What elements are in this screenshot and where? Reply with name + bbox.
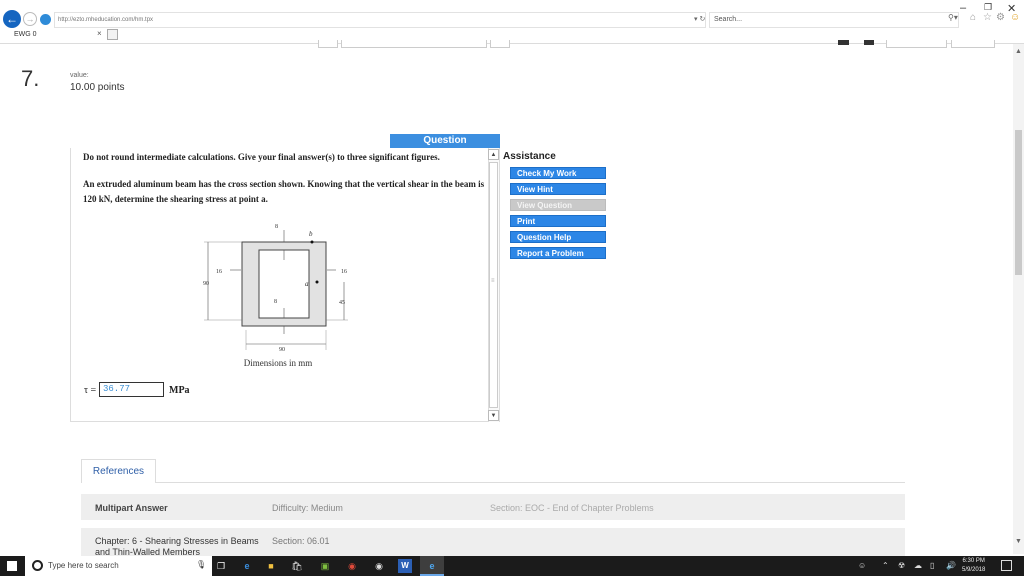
answer-input[interactable]: 36.77 <box>99 382 164 397</box>
microphone-icon[interactable]: 🎙 <box>196 560 206 569</box>
left-wall-label: 16 <box>216 269 222 275</box>
lower-height-label: 45 <box>339 300 345 306</box>
figure-caption: Dimensions in mm <box>243 358 313 368</box>
store-icon[interactable]: 🛍 <box>290 559 304 573</box>
app-window: ← → http://ezto.mheducation.com/hm.tpx ▾… <box>0 0 1024 576</box>
volume-icon[interactable]: 🔊 <box>946 561 956 570</box>
site-favicon-icon <box>40 14 51 25</box>
page-scroll-up-icon[interactable]: ▲ <box>1015 48 1022 55</box>
question-tab[interactable]: Question <box>390 134 500 148</box>
task-view-icon[interactable]: ❐ <box>214 559 228 573</box>
edge-browser-icon[interactable]: e <box>240 559 254 573</box>
clock-date: 5/9/2018 <box>962 567 986 573</box>
scroll-up-icon[interactable]: ▲ <box>488 149 499 160</box>
answer-unit: MPa <box>169 385 190 396</box>
scroll-down-icon[interactable]: ▼ <box>488 410 499 421</box>
internet-explorer-icon[interactable]: e <box>425 559 439 573</box>
point-b-label: b <box>309 230 313 238</box>
points-value: 10.00 points <box>70 82 125 93</box>
section-label: Section: EOC - End of Chapter Problems <box>490 503 654 513</box>
onedrive-icon[interactable]: ☁ <box>914 561 922 570</box>
refresh-icon[interactable]: ▾ ↻ <box>694 15 705 23</box>
check-my-work-button[interactable]: Check My Work <box>510 167 606 179</box>
question-type: Multipart Answer <box>95 503 168 513</box>
bottom-wall-label: 8 <box>274 299 277 305</box>
camera-app-icon[interactable]: ◉ <box>372 559 386 573</box>
forward-arrow-icon[interactable]: → <box>23 12 37 26</box>
question-number: 7. <box>21 66 40 91</box>
top-wall-label: 8 <box>275 224 278 230</box>
file-explorer-icon[interactable]: ■ <box>264 559 278 573</box>
view-hint-button[interactable]: View Hint <box>510 183 606 195</box>
references-tab[interactable]: References <box>81 459 156 483</box>
tab-close-icon[interactable]: × <box>97 29 102 38</box>
toolbar-select[interactable] <box>341 40 487 48</box>
settings-gear-icon[interactable]: ⚙ <box>996 12 1005 23</box>
beam-cross-section-diagram: 90 16 16 8 b a 45 8 90 <box>203 224 348 353</box>
restore-icon[interactable]: ❐ <box>984 2 992 13</box>
toolbar-button[interactable] <box>951 40 995 48</box>
difficulty-label: Difficulty: Medium <box>272 503 343 513</box>
page-scrollbar-thumb[interactable] <box>1015 130 1022 275</box>
print-button[interactable]: Print <box>510 215 606 227</box>
home-icon[interactable]: ⌂ <box>970 12 976 23</box>
taskbar-clock[interactable]: 6:30 PM 5/9/2018 <box>962 557 985 575</box>
answer-label: τ = <box>84 385 97 396</box>
network-icon[interactable]: ☢ <box>898 561 905 570</box>
problem-text: An extruded aluminum beam has the cross … <box>83 179 485 204</box>
minimize-icon[interactable]: – <box>960 2 966 14</box>
toolbar-button[interactable] <box>490 40 510 48</box>
back-arrow-icon[interactable]: ← <box>3 10 21 28</box>
section-number-label: Section: 06.01 <box>272 536 330 546</box>
view-question-button: View Question <box>510 199 606 211</box>
favorites-star-icon[interactable]: ☆ <box>983 12 992 23</box>
word-icon[interactable]: W <box>398 559 412 573</box>
browser-tab[interactable]: EWG 0 <box>0 28 110 42</box>
browser-search-input[interactable]: Search... <box>709 12 959 28</box>
toolbar-button[interactable] <box>318 40 338 48</box>
new-tab-button[interactable] <box>107 29 118 40</box>
close-window-icon[interactable]: ✕ <box>1007 2 1016 15</box>
height-label: 90 <box>203 281 209 287</box>
notification-center-icon[interactable] <box>1001 560 1012 571</box>
point-b-marker <box>310 240 314 244</box>
right-wall-label: 16 <box>341 269 347 275</box>
address-bar[interactable]: http://ezto.mheducation.com/hm.tpx <box>54 12 706 28</box>
question-scrollbar-thumb[interactable] <box>489 162 498 408</box>
toolbar-icon[interactable] <box>838 40 849 45</box>
beam-inner-cavity <box>258 249 310 319</box>
clock-time: 6:30 PM <box>962 558 985 564</box>
search-icon[interactable]: ⚲▾ <box>948 13 958 22</box>
app-icon[interactable]: ▣ <box>318 559 332 573</box>
battery-icon[interactable]: ▯ <box>930 561 934 570</box>
assistance-title: Assistance <box>503 151 556 162</box>
scroll-grip-icon: ≡ <box>491 278 495 284</box>
page-scroll-down-icon[interactable]: ▼ <box>1015 538 1022 545</box>
width-label: 90 <box>279 347 285 353</box>
value-label: value: <box>70 72 89 79</box>
chapter-label: Chapter: 6 - Shearing Stresses in Beams … <box>95 536 259 557</box>
references-divider <box>81 482 905 483</box>
point-a-marker <box>315 280 319 284</box>
question-help-button[interactable]: Question Help <box>510 231 606 243</box>
toolbar-button[interactable] <box>886 40 947 48</box>
taskbar-search-input[interactable]: Type here to search <box>48 561 119 570</box>
toolbar-icon[interactable] <box>864 40 874 45</box>
cortana-icon[interactable] <box>32 560 43 571</box>
people-icon[interactable]: ☺ <box>858 561 866 570</box>
tray-chevron-icon[interactable]: ⌃ <box>882 561 889 570</box>
windows-start-icon[interactable] <box>7 561 17 571</box>
instructions-text: Do not round intermediate calculations. … <box>83 152 440 162</box>
report-problem-button[interactable]: Report a Problem <box>510 247 606 259</box>
point-a-label: a <box>305 280 309 288</box>
chrome-icon[interactable]: ◉ <box>345 559 359 573</box>
page-scrollbar[interactable] <box>1013 44 1024 554</box>
